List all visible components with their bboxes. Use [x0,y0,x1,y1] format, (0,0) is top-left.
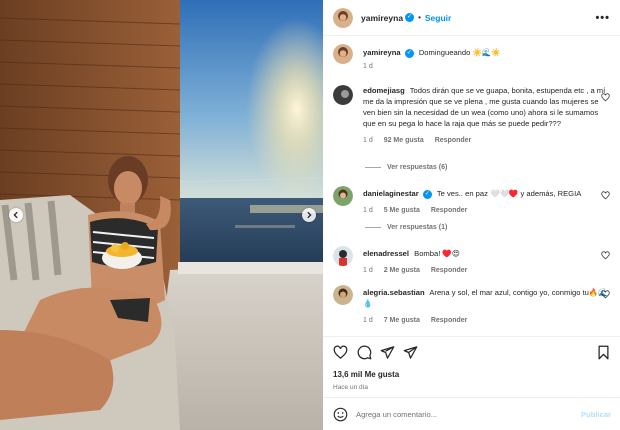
comment-text: Te ves.. en paz 🤍🤍♥️ y además, REGIA [436,189,582,198]
caption-time: 1 d [363,63,373,70]
comment-time: 1 d [363,317,373,324]
commenter-avatar[interactable] [333,186,353,206]
comment-likes[interactable]: 2 Me gusta [384,267,420,274]
view-replies-label: Ver respuestas (6) [387,164,448,171]
comment-item: alegria.sebastian Arena y sol, el mar az… [333,285,613,329]
carousel-next-icon [307,211,312,219]
heart-icon[interactable] [333,345,348,360]
comment-time: 1 d [363,207,373,214]
more-options-icon[interactable]: ••• [595,12,610,24]
verified-badge-icon: ✓ [422,189,432,199]
author-username[interactable]: yamireyna [361,13,403,23]
carousel-next-button[interactable] [302,208,316,222]
send-icon[interactable] [403,345,418,360]
comments-list[interactable]: yamireyna ✓ Domingueando ☀️🌊☀️ 1 d edome… [323,37,620,333]
comment-text: Bomba! ♥️😍 [414,249,460,258]
verified-badge-icon: ✓ [404,48,414,58]
follow-button[interactable]: Seguir [425,13,451,23]
comment-icon[interactable] [357,345,372,360]
like-comment-heart-icon[interactable] [601,191,610,200]
comment-time: 1 d [363,267,373,274]
bookmark-icon[interactable] [596,345,611,360]
reply-button[interactable]: Responder [435,137,472,144]
post-header: yamireyna ✓ • Seguir ••• [323,0,620,36]
caption-text: Domingueando ☀️🌊☀️ [418,48,501,57]
share-icon[interactable] [380,345,395,360]
post-timestamp: Hace un día [333,384,369,391]
comment-username[interactable]: danielaginestar [363,189,419,198]
comment-likes[interactable]: 7 Me gusta [384,317,420,324]
publish-button[interactable]: Publicar [581,410,611,419]
comment-time: 1 d [363,137,373,144]
header-separator: • [418,13,421,22]
comment-username[interactable]: elenadressel [363,249,409,258]
post-side-panel: yamireyna ✓ • Seguir ••• yamireyna ✓ Dom… [323,0,620,430]
likes-count[interactable]: 13,6 mil Me gusta [333,370,399,379]
comment-input[interactable] [356,406,556,423]
caption: yamireyna ✓ Domingueando ☀️🌊☀️ 1 d [333,44,613,72]
view-replies-button[interactable]: Ver respuestas (1) [365,224,447,231]
commenter-avatar[interactable] [333,285,353,305]
post-actions: 13,6 mil Me gusta Hace un día [323,336,620,396]
verified-badge-icon: ✓ [405,13,415,22]
commenter-avatar[interactable] [333,85,353,105]
comment-likes[interactable]: 92 Me gusta [384,137,424,144]
like-comment-heart-icon[interactable] [601,251,610,260]
reply-button[interactable]: Responder [431,207,468,214]
like-comment-heart-icon[interactable] [601,93,610,102]
emoji-icon[interactable] [333,407,348,422]
reply-button[interactable]: Responder [431,267,468,274]
post-photo[interactable] [0,0,323,430]
comment-item: danielaginestar ✓ Te ves.. en paz 🤍🤍♥️ y… [333,186,613,216]
photo-illustration [0,0,323,430]
author-avatar[interactable] [333,7,353,28]
caption-username[interactable]: yamireyna [363,48,401,57]
comment-username[interactable]: alegria.sebastian [363,288,425,297]
author-avatar[interactable] [333,44,353,64]
comment-item: edomejiasg Todos dirán que se ve guapa, … [333,85,613,155]
view-replies-button[interactable]: Ver respuestas (6) [365,164,447,171]
comment-composer: Publicar [323,397,620,430]
comment-username[interactable]: edomejiasg [363,86,405,95]
like-comment-heart-icon[interactable] [601,290,610,299]
comment-likes[interactable]: 5 Me gusta [384,207,420,214]
comment-item: elenadressel Bomba! ♥️😍 1 d 2 Me gusta R… [333,246,613,276]
carousel-prev-icon [13,211,18,219]
instagram-post-modal: yamireyna ✓ • Seguir ••• yamireyna ✓ Dom… [0,0,620,430]
view-replies-label: Ver respuestas (1) [387,224,448,231]
commenter-avatar[interactable] [333,246,353,266]
carousel-prev-button[interactable] [9,208,23,222]
reply-button[interactable]: Responder [431,317,468,324]
